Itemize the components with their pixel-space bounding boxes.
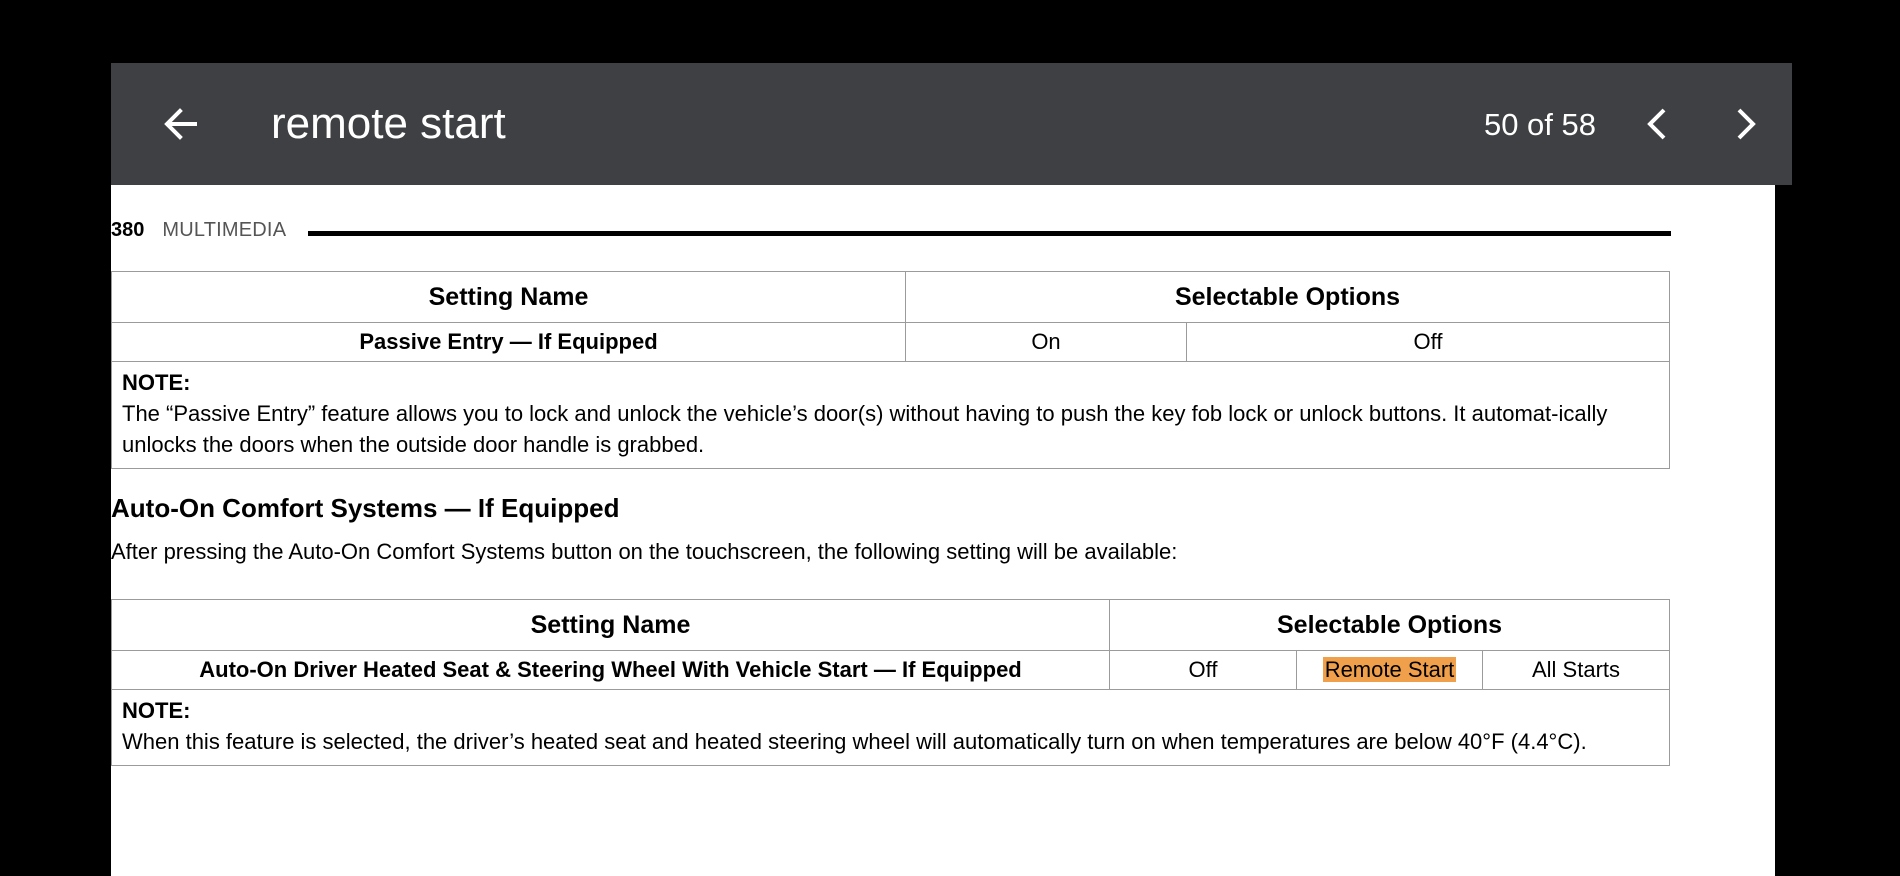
passive-entry-table: Setting Name Selectable Options Passive … [111, 271, 1670, 469]
page-number: 380 [111, 218, 145, 241]
option-cell: All Starts [1481, 650, 1671, 690]
search-toolbar: remote start 50 of 58 [111, 63, 1792, 185]
note-label: NOTE: [122, 370, 191, 395]
note-text: When this feature is selected, the drive… [122, 729, 1587, 754]
chevron-left-icon [1647, 108, 1666, 140]
section-subheading: Auto-On Comfort Systems — If Equipped [111, 493, 620, 523]
note-cell: NOTE: The “Passive Entry” feature allows… [111, 361, 1670, 469]
auto-on-comfort-table: Setting Name Selectable Options Auto-On … [111, 599, 1671, 766]
table-header-selectable-options: Selectable Options [1108, 599, 1671, 651]
note-text: The “Passive Entry” feature allows you t… [122, 401, 1608, 457]
option-cell: Off [1109, 650, 1297, 690]
setting-name-cell: Auto-On Driver Heated Seat & Steering Wh… [111, 650, 1110, 690]
page-header: 380 MULTIMEDIA [111, 215, 1671, 245]
table-header-setting-name: Setting Name [111, 599, 1110, 651]
option-cell: On [905, 322, 1187, 362]
back-button[interactable] [151, 94, 211, 154]
table-row: Auto-On Driver Heated Seat & Steering Wh… [111, 650, 1671, 690]
option-cell: Off [1186, 322, 1670, 362]
chevron-right-icon [1737, 108, 1756, 140]
table-header-selectable-options: Selectable Options [905, 271, 1670, 323]
note-label: NOTE: [122, 698, 191, 723]
next-match-button[interactable] [1715, 94, 1775, 154]
table-header-setting-name: Setting Name [111, 271, 906, 323]
search-match-highlight: Remote Start [1322, 657, 1457, 682]
note-cell: NOTE: When this feature is selected, the… [111, 689, 1671, 766]
setting-name-cell: Passive Entry — If Equipped [111, 322, 906, 362]
manual-page: 380 MULTIMEDIA Setting Name Selectable O… [111, 185, 1775, 876]
section-name: MULTIMEDIA [162, 218, 287, 241]
previous-match-button[interactable] [1628, 94, 1688, 154]
table-row: Passive Entry — If Equipped On Off [111, 322, 1670, 362]
header-rule [308, 230, 1671, 236]
option-cell-highlighted: Remote Start [1296, 650, 1483, 690]
arrow-left-icon [164, 108, 197, 140]
section-body-text: After pressing the Auto-On Comfort Syste… [111, 539, 1178, 564]
search-query-text[interactable]: remote start [271, 99, 506, 149]
match-counter: 50 of 58 [1483, 107, 1596, 142]
